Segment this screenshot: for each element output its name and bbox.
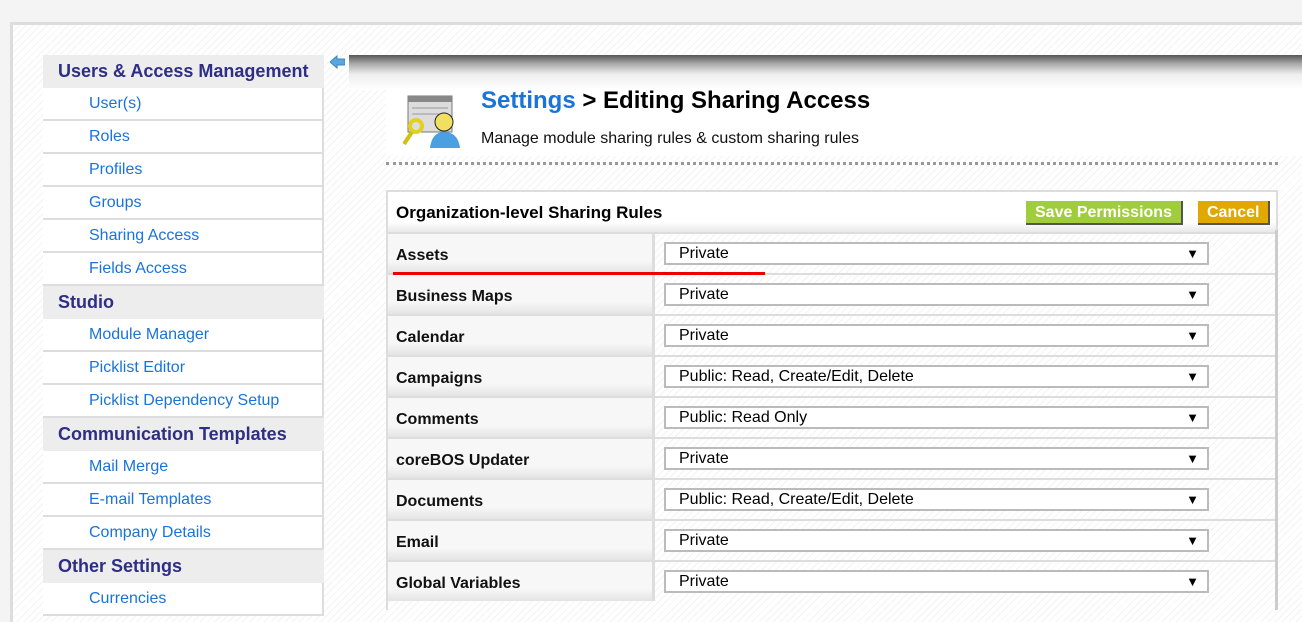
sharing-permission-select[interactable]: Private ▼ [664,283,1209,306]
sidebar-item[interactable]: Groups [43,187,324,220]
sharing-permission-select[interactable]: Private ▼ [664,242,1209,265]
dropdown-arrow-icon: ▼ [1186,410,1199,425]
sidebar-item[interactable]: Picklist Dependency Setup [43,385,324,418]
dropdown-arrow-icon: ▼ [1186,451,1199,466]
table-row: Documents Public: Read, Create/Edit, Del… [388,478,1276,519]
sharing-permission-select[interactable]: Public: Read Only ▼ [664,406,1209,429]
sharing-access-icon [400,92,466,148]
sidebar-section-header: Studio [43,286,324,319]
dropdown-arrow-icon: ▼ [1186,328,1199,343]
header-shadow-bar [349,55,1302,90]
dropdown-arrow-icon: ▼ [1186,287,1199,302]
sidebar-section-header: Communication Templates [43,418,324,451]
sharing-rules-table: Organization-level Sharing Rules Save Pe… [386,190,1278,610]
sidebar-section-header: Users & Access Management [43,55,324,88]
dropdown-arrow-icon: ▼ [1186,246,1199,261]
sidebar-item[interactable]: User(s) [43,88,324,121]
sidebar-item[interactable]: Roles [43,121,324,154]
sidebar-item[interactable]: Company Details [43,517,324,550]
sharing-permission-select[interactable]: Private ▼ [664,324,1209,347]
sidebar-section-header: Other Settings [43,550,324,583]
settings-breadcrumb-link[interactable]: Settings [481,87,576,114]
divider [386,162,1278,165]
module-name: Assets [388,234,655,273]
collapse-sidebar-arrow-icon[interactable] [329,54,346,70]
page-subtitle: Manage module sharing rules & custom sha… [481,130,859,147]
sharing-permission-select[interactable]: Public: Read, Create/Edit, Delete ▼ [664,488,1209,511]
dropdown-arrow-icon: ▼ [1186,492,1199,507]
cancel-button[interactable]: Cancel [1198,201,1271,225]
sharing-permission-select[interactable]: Private ▼ [664,570,1209,593]
module-name: Business Maps [388,275,655,314]
module-name: Email [388,521,655,560]
module-name: coreBOS Updater [388,439,655,478]
sidebar-item[interactable]: Currencies [43,583,324,616]
sidebar-item[interactable]: E-mail Templates [43,484,324,517]
sharing-permission-select[interactable]: Private ▼ [664,447,1209,470]
table-row: coreBOS Updater Private ▼ [388,437,1276,478]
sidebar-item[interactable]: Mail Merge [43,451,324,484]
table-row: Comments Public: Read Only ▼ [388,396,1276,437]
sidebar-item[interactable]: Fields Access [43,253,324,286]
table-title: Organization-level Sharing Rules [396,203,663,222]
sharing-permission-select[interactable]: Public: Read, Create/Edit, Delete ▼ [664,365,1209,388]
dropdown-arrow-icon: ▼ [1186,574,1199,589]
table-row: Business Maps Private ▼ [388,273,1276,314]
module-name: Documents [388,480,655,519]
table-row: Campaigns Public: Read, Create/Edit, Del… [388,355,1276,396]
sidebar-item[interactable]: Profiles [43,154,324,187]
table-row: Calendar Private ▼ [388,314,1276,355]
sharing-permission-select[interactable]: Private ▼ [664,529,1209,552]
table-row: Assets Private ▼ [388,232,1276,273]
module-name: Global Variables [388,562,655,601]
save-permissions-button[interactable]: Save Permissions [1026,201,1183,225]
settings-sidebar: Users & Access Management User(s) Roles Pro… [43,55,324,616]
sidebar-item[interactable]: Module Manager [43,319,324,352]
module-name: Campaigns [388,357,655,396]
table-header: Organization-level Sharing Rules Save Pe… [388,192,1276,232]
dropdown-arrow-icon: ▼ [1186,533,1199,548]
sidebar-item[interactable]: Picklist Editor [43,352,324,385]
table-row: Global Variables Private ▼ [388,560,1276,601]
module-name: Comments [388,398,655,437]
sidebar-item[interactable]: Sharing Access [43,220,324,253]
page-title: Settings > Editing Sharing Access [481,87,871,114]
highlight-underline [393,272,765,275]
module-name: Calendar [388,316,655,355]
table-row: Email Private ▼ [388,519,1276,560]
dropdown-arrow-icon: ▼ [1186,369,1199,384]
